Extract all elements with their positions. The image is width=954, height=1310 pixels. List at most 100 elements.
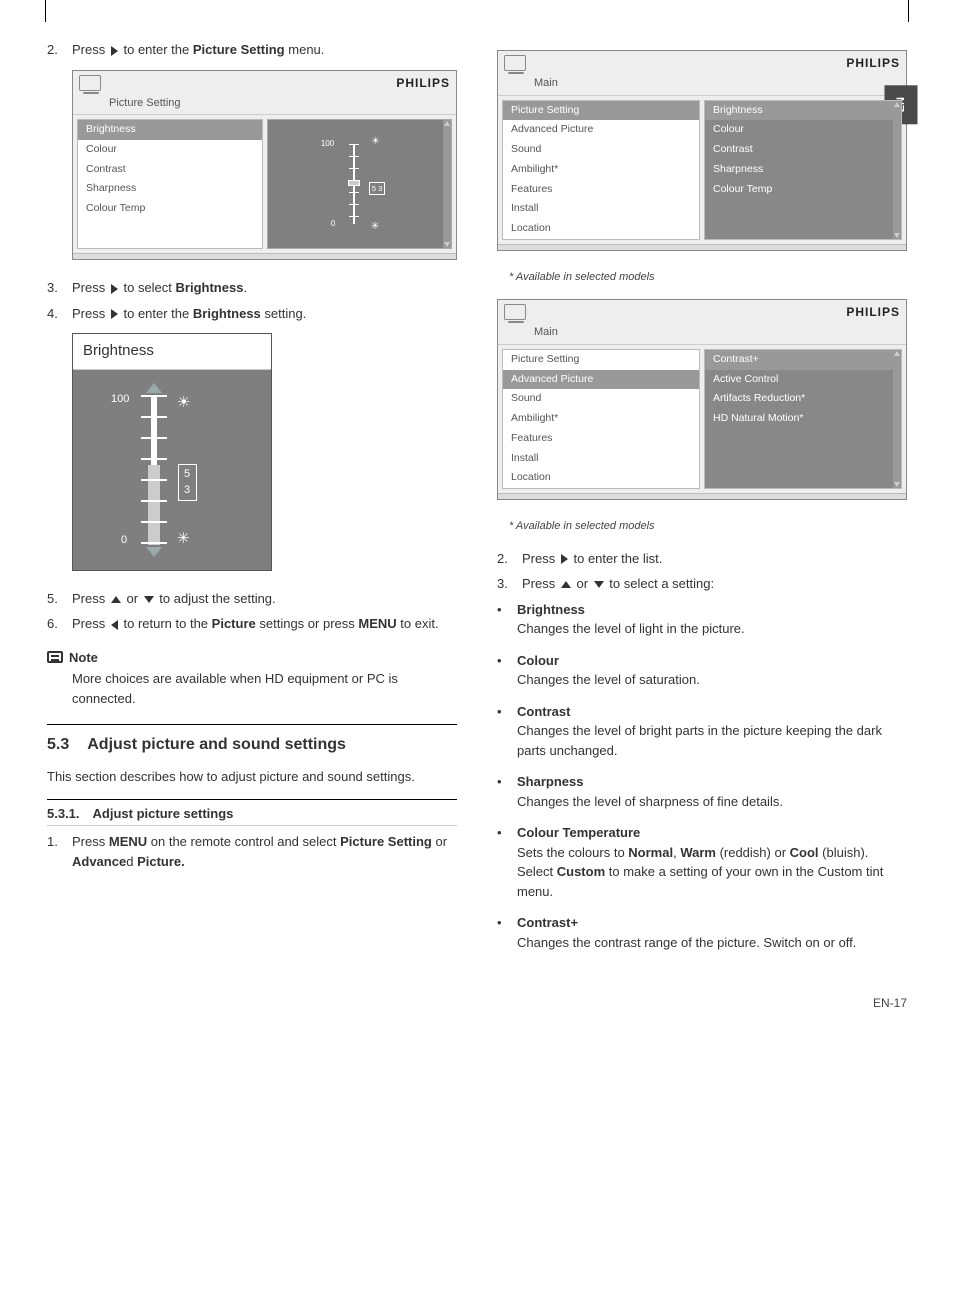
text: Press [72, 591, 105, 606]
sun-dim-icon: ✳ [177, 528, 190, 551]
tv-icon [504, 55, 526, 71]
text: or [436, 834, 448, 849]
right-triangle-icon [111, 46, 118, 56]
term: Colour [517, 653, 559, 668]
slider-min: 0 [331, 218, 335, 230]
definition: Changes the level of sharpness of fine d… [517, 794, 783, 809]
osd-row: Advanced Picture [503, 120, 699, 140]
brightness-title: Brightness [73, 334, 271, 370]
note: Note More choices are available when HD … [47, 648, 457, 709]
text: Press [72, 280, 105, 295]
osd-row: Brightness [78, 120, 262, 140]
osd-right-list: Brightness Colour Contrast Sharpness Col… [704, 100, 902, 240]
scroll-indicator [443, 120, 451, 248]
osd-row: Contrast [705, 140, 901, 160]
definition-list: •BrightnessChanges the level of light in… [497, 600, 907, 953]
text: d [126, 854, 133, 869]
tv-icon [504, 304, 526, 320]
tv-icon [79, 75, 101, 91]
osd-row: Contrast+ [705, 350, 901, 370]
slider-max: 100 [321, 138, 334, 150]
term: Contrast [517, 704, 570, 719]
step-6: 6. Press to return to the Picture settin… [47, 614, 457, 634]
down-arrow-icon [146, 547, 162, 557]
text: . [243, 280, 247, 295]
osd-left-list: Picture Setting Advanced Picture Sound A… [502, 349, 700, 489]
term: Colour Temperature [517, 825, 640, 840]
osd-row: Brightness [705, 101, 901, 121]
osd-row: Sharpness [705, 160, 901, 180]
osd-picture-setting: PHILIPS Picture Setting Brightness Colou… [72, 70, 457, 261]
term: Contrast+ [517, 915, 578, 930]
caption: * Available in selected models [509, 269, 907, 286]
right-triangle-icon [111, 284, 118, 294]
text: Brightness [176, 280, 244, 295]
text: Picture Setting [340, 834, 432, 849]
text: or [576, 576, 588, 591]
philips-logo: PHILIPS [396, 74, 450, 92]
osd-row: Location [503, 468, 699, 488]
definition: Changes the level of bright parts in the… [517, 723, 882, 758]
step-r2: 2. Press to enter the list. [497, 549, 907, 569]
down-triangle-icon [144, 596, 154, 603]
osd-row: Install [503, 449, 699, 469]
brightness-detail: Brightness 100 0 ☀ ✳ 5 3 [72, 333, 272, 571]
sun-dim-icon: ✳ [371, 219, 379, 234]
definition: Sets the colours to Normal, Warm (reddis… [517, 845, 883, 899]
text: Picture [212, 616, 256, 631]
list-item: •SharpnessChanges the level of sharpness… [497, 772, 907, 811]
text: to select [123, 280, 171, 295]
text: setting. [264, 306, 306, 321]
text: Press [72, 42, 105, 57]
text: to adjust the setting. [159, 591, 275, 606]
heading-title: Adjust picture and sound settings [87, 733, 346, 757]
list-item: •BrightnessChanges the level of light in… [497, 600, 907, 639]
osd-main-picture: PHILIPS Main Picture Setting Advanced Pi… [497, 50, 907, 251]
text: MENU [358, 616, 396, 631]
text: Press [72, 616, 105, 631]
osd-row: Picture Setting [503, 101, 699, 121]
scroll-indicator [893, 101, 901, 239]
scroll-indicator [893, 350, 901, 488]
osd-row: Sound [503, 140, 699, 160]
slider-max: 100 [111, 391, 129, 408]
caption: * Available in selected models [509, 518, 907, 535]
philips-logo: PHILIPS [846, 54, 900, 72]
down-triangle-icon [594, 581, 604, 588]
right-triangle-icon [111, 309, 118, 319]
list-item: •Colour Temperature Sets the colours to … [497, 823, 907, 901]
text: to enter the [123, 306, 189, 321]
osd-row: Colour [705, 120, 901, 140]
osd-slider-panel: 100 0 ☀ ✳ 5 3 [267, 119, 453, 249]
osd-row: Contrast [78, 160, 262, 180]
osd-row: Ambilight* [503, 160, 699, 180]
text: MENU [109, 834, 147, 849]
osd-list: Brightness Colour Contrast Sharpness Col… [77, 119, 263, 249]
osd-row: Sharpness [78, 179, 262, 199]
text: Press [522, 551, 555, 566]
definition: Changes the contrast range of the pictur… [517, 935, 856, 950]
up-triangle-icon [561, 581, 571, 588]
text: settings or press [259, 616, 354, 631]
text: Brightness [193, 306, 261, 321]
text: Advance [72, 854, 126, 869]
osd-row: Colour Temp [78, 199, 262, 219]
text: to enter the [123, 42, 189, 57]
osd-row: Sound [503, 389, 699, 409]
text: to select a setting: [609, 576, 714, 591]
osd-row: Features [503, 429, 699, 449]
osd-row: Colour [78, 140, 262, 160]
osd-right-list: Contrast+ Active Control Artifacts Reduc… [704, 349, 902, 489]
sun-bright-icon: ☀ [371, 134, 380, 149]
text: to return to the [123, 616, 208, 631]
slider-value: 5 3 [178, 464, 197, 501]
sun-bright-icon: ☀ [177, 392, 190, 415]
list-item: •ContrastChanges the level of bright par… [497, 702, 907, 761]
text: menu. [288, 42, 324, 57]
definition: Changes the level of saturation. [517, 672, 700, 687]
note-icon [47, 651, 63, 663]
text: on the remote control and select [151, 834, 337, 849]
term: Sharpness [517, 774, 583, 789]
osd-row: Active Control [705, 370, 901, 390]
right-triangle-icon [561, 554, 568, 564]
